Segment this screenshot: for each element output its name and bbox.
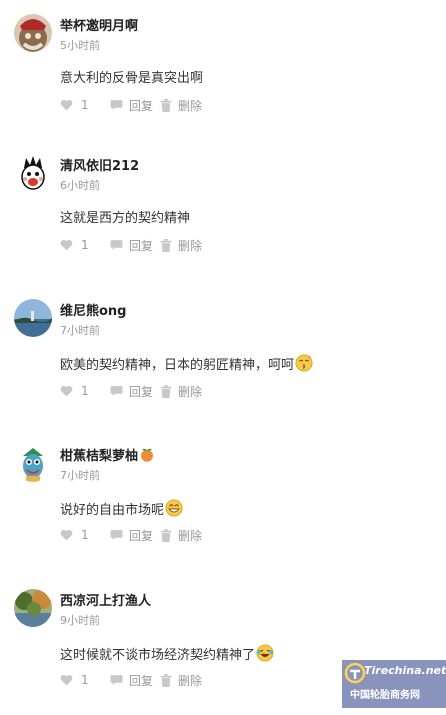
reply-label: 回复 — [129, 384, 154, 399]
reply-label: 回复 — [129, 528, 154, 543]
comment-item: 举杯邀明月啊 5小时前 意大利的反骨是真突出啊 1 回复 删除 — [0, 0, 446, 140]
delete-button[interactable]: 删除 — [160, 237, 202, 254]
like-count: 1 — [81, 673, 89, 687]
kiss-emoji — [295, 354, 313, 372]
comment-text: 这时候就不谈市场经济契约精神了 — [60, 644, 274, 666]
username[interactable]: 举杯邀明月啊 — [60, 15, 138, 34]
avatar[interactable] — [14, 589, 52, 627]
delete-label: 删除 — [178, 673, 203, 688]
avatar[interactable] — [14, 444, 52, 482]
comment-item: 清风依旧212 6小时前 这就是西方的契约精神 1 回复 删除 — [0, 140, 446, 280]
like-button[interactable]: 1 — [60, 238, 110, 252]
like-count: 1 — [81, 528, 89, 542]
delete-label: 删除 — [178, 98, 203, 113]
heart-icon — [60, 239, 73, 251]
avatar[interactable] — [14, 299, 52, 337]
heart-icon — [60, 674, 73, 686]
comment-bubble-icon — [110, 386, 123, 396]
trash-icon — [160, 673, 172, 687]
comment-text: 这就是西方的契约精神 — [60, 211, 191, 226]
like-button[interactable]: 1 — [60, 528, 110, 542]
like-count: 1 — [81, 238, 89, 252]
comment-text: 说好的自由市场呢 — [60, 499, 183, 521]
comment-bubble-icon — [110, 675, 123, 685]
peach-emoji — [141, 448, 154, 462]
timestamp: 9小时前 — [60, 614, 100, 627]
delete-button[interactable]: 删除 — [160, 383, 202, 400]
comment-item: 柑蕉桔梨萝柚 7小时前 说好的自由市场呢 1 回复 删除 — [0, 430, 446, 570]
reply-button[interactable]: 回复 — [110, 527, 160, 544]
trash-icon — [160, 238, 172, 252]
comment-actions: 1 回复 删除 — [60, 97, 202, 113]
timestamp: 7小时前 — [60, 469, 100, 482]
delete-label: 删除 — [178, 528, 203, 543]
username[interactable]: 维尼熊ong — [60, 300, 127, 319]
comment-actions: 1 回复 删除 — [60, 383, 202, 399]
like-button[interactable]: 1 — [60, 98, 110, 112]
comment-bubble-icon — [110, 100, 123, 110]
heart-icon — [60, 529, 73, 541]
username[interactable]: 清风依旧212 — [60, 155, 139, 174]
reply-button[interactable]: 回复 — [110, 97, 160, 114]
like-count: 1 — [81, 384, 89, 398]
delete-button[interactable]: 删除 — [160, 527, 202, 544]
avatar[interactable] — [14, 154, 52, 192]
like-button[interactable]: 1 — [60, 384, 110, 398]
timestamp: 6小时前 — [60, 179, 100, 192]
delete-label: 删除 — [178, 384, 203, 399]
watermark-logo: Tirechina.net 中国轮胎商务网 — [342, 660, 446, 708]
trash-icon — [160, 528, 172, 542]
like-button[interactable]: 1 — [60, 673, 110, 687]
delete-label: 删除 — [178, 238, 203, 253]
watermark-brand: Tirechina.net — [364, 664, 446, 677]
comment-actions: 1 回复 删除 — [60, 672, 202, 688]
comment-bubble-icon — [110, 240, 123, 250]
reply-label: 回复 — [129, 238, 154, 253]
reply-label: 回复 — [129, 673, 154, 688]
comment-actions: 1 回复 删除 — [60, 237, 202, 253]
comment-text: 欧美的契约精神，日本的躬匠精神，呵呵 — [60, 354, 313, 376]
like-count: 1 — [81, 98, 89, 112]
timestamp: 7小时前 — [60, 324, 100, 337]
timestamp: 5小时前 — [60, 39, 100, 52]
heart-icon — [60, 99, 73, 111]
reply-button[interactable]: 回复 — [110, 383, 160, 400]
watermark-caption: 中国轮胎商务网 — [350, 690, 420, 701]
reply-button[interactable]: 回复 — [110, 237, 160, 254]
laugh-tears-emoji — [256, 644, 274, 662]
comment-bubble-icon — [110, 530, 123, 540]
username[interactable]: 柑蕉桔梨萝柚 — [60, 445, 155, 464]
username[interactable]: 西凉河上打渔人 — [60, 590, 151, 609]
comment-text: 意大利的反骨是真突出啊 — [60, 71, 204, 86]
heart-icon — [60, 385, 73, 397]
comment-actions: 1 回复 删除 — [60, 527, 202, 543]
reply-label: 回复 — [129, 98, 154, 113]
trash-icon — [160, 384, 172, 398]
brand-logo-icon — [344, 662, 366, 684]
grin-emoji — [165, 499, 183, 517]
avatar[interactable] — [14, 14, 52, 52]
trash-icon — [160, 98, 172, 112]
reply-button[interactable]: 回复 — [110, 672, 160, 689]
delete-button[interactable]: 删除 — [160, 97, 202, 114]
comment-item: 维尼熊ong 7小时前 欧美的契约精神，日本的躬匠精神，呵呵 1 回复 删除 — [0, 285, 446, 425]
delete-button[interactable]: 删除 — [160, 672, 202, 689]
